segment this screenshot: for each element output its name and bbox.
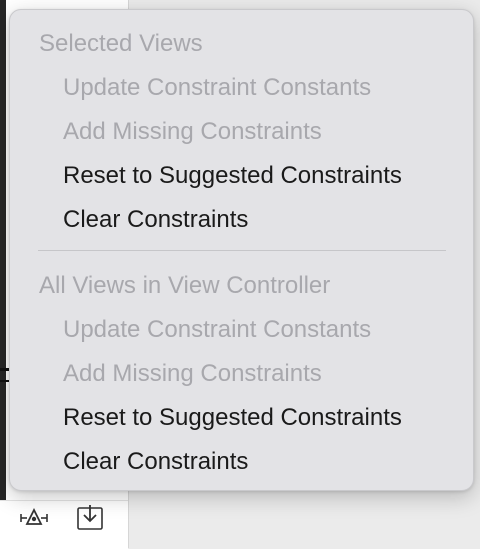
section-header-all-views: All Views in View Controller xyxy=(39,272,331,299)
menu-item-reset-to-suggested-constraints-all[interactable]: Reset to Suggested Constraints xyxy=(63,396,402,440)
menu-item-add-missing-constraints-all: Add Missing Constraints xyxy=(63,360,322,387)
resolve-autolayout-icon[interactable] xyxy=(18,504,50,532)
menu-item-clear-constraints-all[interactable]: Clear Constraints xyxy=(63,440,248,484)
resolve-autolayout-menu: Selected Views Update Constraint Constan… xyxy=(9,9,474,491)
menu-item-reset-to-suggested-constraints[interactable]: Reset to Suggested Constraints xyxy=(63,154,402,198)
canvas-view-edge xyxy=(0,0,6,500)
embed-in-icon[interactable] xyxy=(74,504,106,532)
menu-item-clear-constraints[interactable]: Clear Constraints xyxy=(63,198,248,242)
menu-item-update-constraint-constants: Update Constraint Constants xyxy=(63,74,372,101)
menu-item-update-constraint-constants-all: Update Constraint Constants xyxy=(63,316,372,343)
menu-item-add-missing-constraints: Add Missing Constraints xyxy=(63,118,322,145)
section-header-selected-views: Selected Views xyxy=(39,30,203,57)
menu-separator xyxy=(38,250,446,251)
